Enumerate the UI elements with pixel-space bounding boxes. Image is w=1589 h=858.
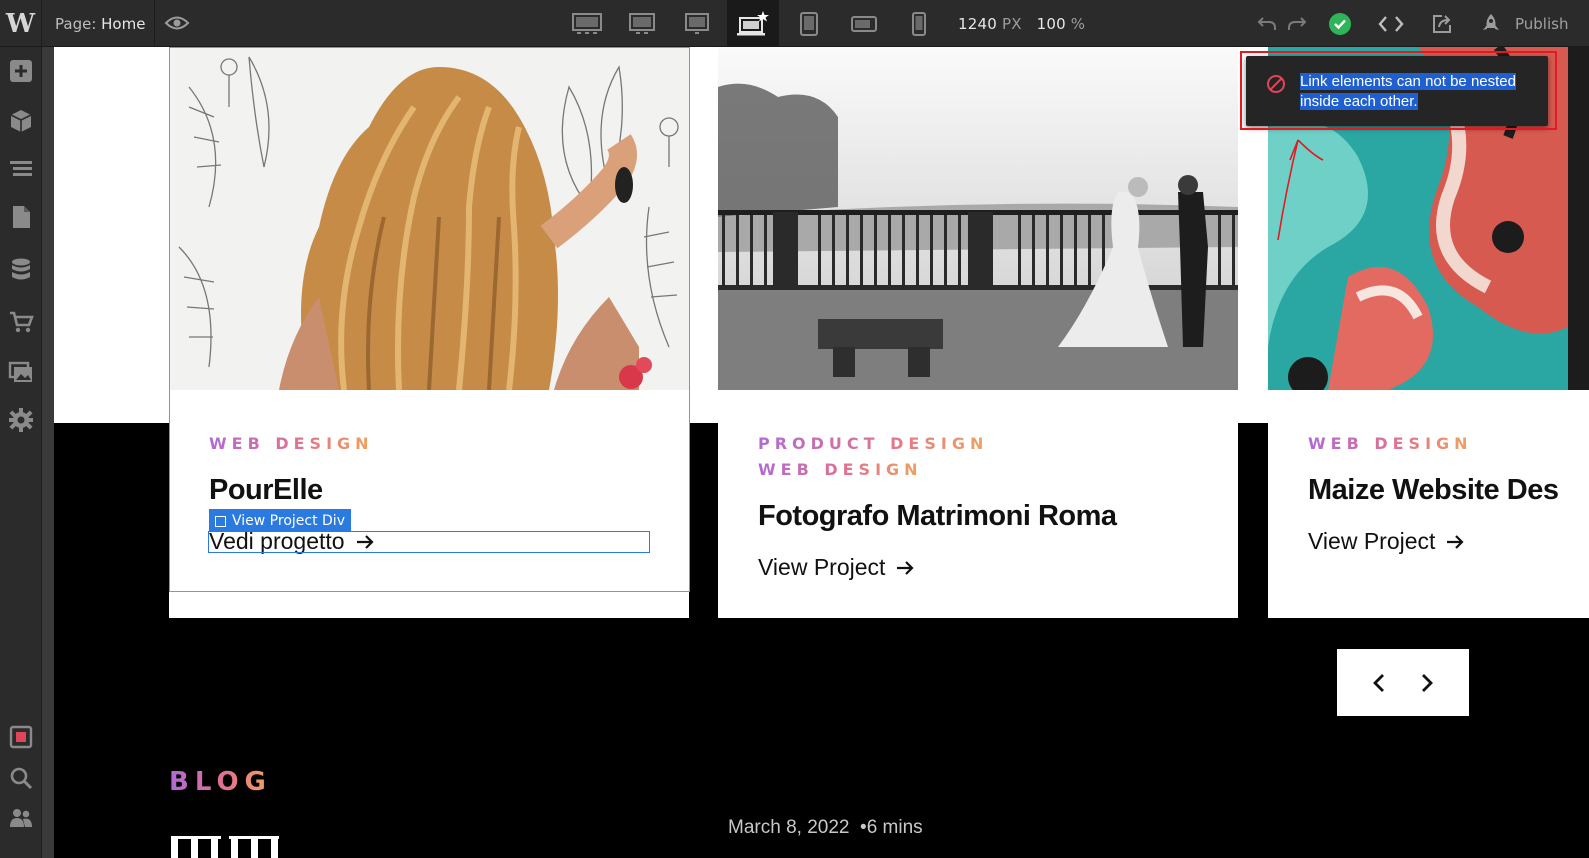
zoom-value: 100 [1036,15,1066,33]
add-panel-icon[interactable] [8,58,34,84]
blog-heading: BLOG [169,767,272,797]
assets-icon[interactable] [8,359,34,385]
canvas-width: 1240 [958,15,997,33]
share-icon[interactable] [1430,12,1454,36]
blog-read-time: 6 mins [866,817,923,838]
project-category: WEB DESIGN [1308,434,1473,453]
desktop-large-icon[interactable] [616,0,668,47]
blog-title-cropped [171,836,279,858]
code-export-icon[interactable] [1377,12,1405,36]
project-link-label: View Project [758,554,886,580]
selected-element-tag[interactable]: View Project Div [209,509,351,531]
chevron-left-icon[interactable] [1369,671,1389,695]
left-sidebar [0,47,42,858]
mobile-portrait-icon[interactable] [893,0,945,47]
arrow-right-icon [897,560,914,575]
canvas-scroll-edge [42,47,54,858]
project-title: Fotografo Matrimoni Roma [758,500,1117,532]
desktop-wide-icon[interactable] [561,0,613,47]
blog-post-meta: March 8, 2022 •6 mins [728,817,923,839]
design-canvas[interactable]: WEB DESIGN PourElle Vedi progetto PRODUC… [54,47,1589,858]
wedding-couple-terrace-photo [718,47,1238,390]
redo-icon[interactable] [1285,12,1309,36]
collaborators-icon[interactable] [8,805,34,831]
arrow-right-icon [1447,534,1464,549]
blog-post-date: March 8, 2022 [728,817,850,838]
cms-icon[interactable] [8,257,34,283]
project-category: PRODUCT DESIGN [758,434,989,453]
page-prefix: Page: [55,15,97,33]
publish-rocket-icon[interactable] [1479,12,1503,36]
page-selector[interactable]: Page: Home [55,15,145,33]
project-link[interactable]: View Project [758,554,915,581]
canvas-size-readout[interactable]: 1240 PX 100 % [958,15,1085,33]
project-category: WEB DESIGN [209,434,374,453]
saved-status-icon [1329,13,1351,35]
slider-navigation [1337,649,1469,716]
canvas-width-unit: PX [1001,15,1022,33]
webflow-logo[interactable]: W [0,0,42,47]
project-category: WEB DESIGN [758,460,923,479]
woman-long-wavy-hair-photo [169,47,689,390]
meta-separator: • [854,817,867,838]
publish-button[interactable]: Publish [1515,15,1568,33]
selected-element-box [208,531,650,553]
desktop-base-star-icon[interactable] [727,0,779,47]
search-icon[interactable] [8,765,34,791]
project-link-label: View Project [1308,528,1436,554]
symbols-icon[interactable] [8,108,34,134]
mobile-landscape-icon[interactable] [838,0,890,47]
annotation-arrow [1277,139,1324,241]
toolbar-divider [154,0,155,47]
div-block-icon [215,515,226,527]
project-link[interactable]: View Project [1308,528,1465,555]
navigator-icon[interactable] [8,156,34,182]
project-card[interactable]: PRODUCT DESIGN WEB DESIGN Fotografo Matr… [718,47,1238,618]
settings-icon[interactable] [8,407,34,433]
undo-icon[interactable] [1255,12,1279,36]
zoom-unit: % [1070,15,1086,33]
pages-icon[interactable] [8,204,34,230]
preview-eye-icon[interactable] [164,12,190,34]
annotation-box [1240,51,1557,130]
ecommerce-icon[interactable] [8,309,34,335]
chevron-right-icon[interactable] [1417,671,1437,695]
project-title: Maize Website Des [1308,474,1559,506]
project-title: PourElle [209,474,323,506]
desktop-icon[interactable] [671,0,723,47]
tablet-icon[interactable] [783,0,835,47]
audit-icon[interactable] [8,724,34,750]
selected-element-label: View Project Div [232,513,345,529]
page-name: Home [101,15,146,33]
designer-toolbar: W Page: Home 1240 PX 100 % Publish [0,0,1589,47]
